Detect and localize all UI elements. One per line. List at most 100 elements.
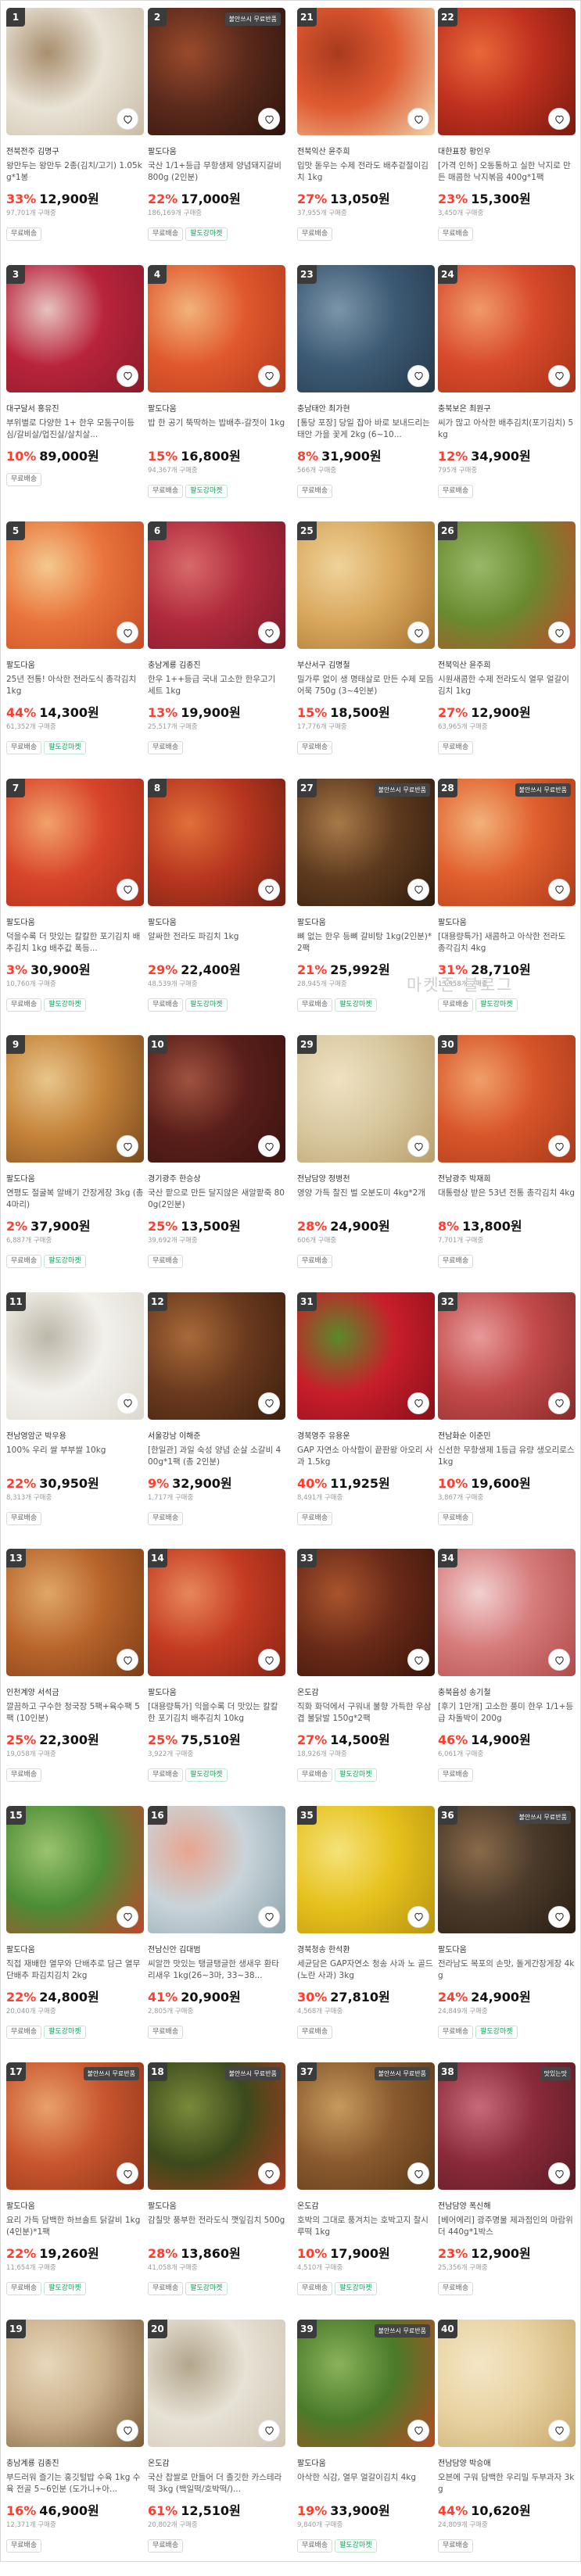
heart-icon[interactable] — [548, 1649, 570, 1671]
product-title[interactable]: 감칠맛 풍부한 전라도식 깻잎김치 500g — [148, 2215, 285, 2238]
product-image[interactable]: 31 — [297, 1292, 435, 1420]
product-title[interactable]: [통당 포장] 당일 잡아 바로 보내드리는 태안 가을 꽃게 2kg (6~1… — [297, 417, 435, 441]
product-card[interactable]: 23 충남태안 최가현 [통당 포장] 당일 잡아 바로 보내드리는 태안 가을 꽃… — [297, 264, 435, 521]
product-image[interactable]: 39 불안쓰시 무료반품 — [297, 2319, 435, 2447]
product-title[interactable]: 국산 1/1+등급 무항생제 양념돼지갈비 800g (2인분) — [148, 160, 285, 184]
product-image[interactable]: 20 — [148, 2319, 285, 2447]
product-image[interactable]: 35 — [297, 1805, 435, 1933]
product-card[interactable]: 1 전북전주 김명구 왕만두는 왕만두 2종(김치/고기) 1.05kg*1봉 33%… — [6, 8, 144, 264]
heart-icon[interactable] — [548, 1392, 570, 1414]
product-image[interactable]: 17 불안쓰시 무료반품 — [6, 2062, 144, 2190]
heart-icon[interactable] — [407, 1135, 429, 1157]
product-image[interactable]: 12 — [148, 1292, 285, 1420]
product-title[interactable]: 뼈 없는 한우 등뼈 갈비탕 1kg(2인분)*2팩 — [297, 931, 435, 955]
product-title[interactable]: 요리 가득 담백한 하브솔트 닭갈비 1kg(4인분)*1팩 — [6, 2215, 144, 2238]
product-title[interactable]: 대통령상 받은 53년 전통 총각김치 4kg — [438, 1188, 576, 1211]
product-card[interactable]: 32 전남화순 이준민 신선한 무항생제 1등급 유량 생오리로스 1kg 10% 19… — [438, 1292, 576, 1549]
heart-icon[interactable] — [548, 1905, 570, 1928]
heart-icon[interactable] — [407, 1392, 429, 1414]
heart-icon[interactable] — [258, 622, 280, 643]
heart-icon[interactable] — [548, 2162, 570, 2184]
product-title[interactable]: 100% 우리 쌀 부부쌀 10kg — [6, 1445, 144, 1468]
product-image[interactable]: 4 — [148, 264, 285, 392]
product-card[interactable]: 3 대구달서 홍유진 부위별로 다양한 1+ 한우 모둠구이등심/갈비살/업진살/살… — [6, 264, 144, 521]
heart-icon[interactable] — [258, 2162, 280, 2184]
product-title[interactable]: [대용량특가] 익을수록 더 맛있는 칼칼한 포기김치 배추김치 10kg — [148, 1701, 285, 1725]
heart-icon[interactable] — [117, 1392, 138, 1414]
product-image[interactable]: 3 — [6, 264, 144, 392]
product-image[interactable]: 11 — [6, 1292, 144, 1420]
product-image[interactable]: 7 — [6, 778, 144, 906]
product-card[interactable]: 34 충북음성 송기철 [후기 1만개] 고소한 풍미 한우 1/1+등급 차돌박이… — [438, 1549, 576, 1805]
heart-icon[interactable] — [117, 1135, 138, 1157]
product-title[interactable]: [대용량특가] 새콤하고 아삭한 전라도 총각김치 4kg — [438, 931, 576, 955]
product-image[interactable]: 37 불안쓰시 무료반품 — [297, 2062, 435, 2190]
product-title[interactable]: 씨가 많고 아삭한 배추김치(포기김치) 5kg — [438, 417, 576, 441]
product-title[interactable]: 연평도 절굴복 알배기 간장게장 3kg (총 4마리) — [6, 1188, 144, 1211]
heart-icon[interactable] — [407, 364, 429, 387]
product-card[interactable]: 22 대한표장 황인우 [가격 인하] 오동통하고 실한 낙지로 만든 매콤한 낙지… — [438, 8, 576, 264]
product-image[interactable]: 5 — [6, 521, 144, 649]
product-image[interactable]: 21 — [297, 8, 435, 135]
product-title[interactable]: 직화 화덕에서 구워내 불향 가득한 우삼겹 불닭발 150g*2팩 — [297, 1701, 435, 1725]
product-title[interactable]: 국산 팥으로 만든 달지않은 새알팥죽 800g(2인분) — [148, 1188, 285, 1211]
product-card[interactable]: 15 팔도다움 직접 재배한 열무와 단배추로 담근 열무단배추 파김치김치 2kg… — [6, 1805, 144, 2062]
product-title[interactable]: 한우 1++등급 국내 고소한 한우고기 세트 1kg — [148, 674, 285, 697]
product-card[interactable]: 16 전남신안 김대범 씨알깐 맛있는 탱글탱글한 생새우 환타 리새우 1kg(2… — [148, 1805, 285, 2062]
product-card[interactable]: 24 충북보은 최원구 씨가 많고 아삭한 배추김치(포기김치) 5kg 12% 34,… — [438, 264, 576, 521]
heart-icon[interactable] — [407, 2419, 429, 2442]
heart-icon[interactable] — [407, 1905, 429, 1928]
product-image[interactable]: 18 불안쓰시 무료반품 — [148, 2062, 285, 2190]
heart-icon[interactable] — [548, 364, 570, 387]
heart-icon[interactable] — [258, 1649, 280, 1671]
product-title[interactable]: [후기 1만개] 고소한 풍미 한우 1/1+등급 차돌박이 200g — [438, 1701, 576, 1725]
product-title[interactable]: 밥 한 공기 뚝딱하는 밥배추-갈젓이 1kg — [148, 417, 285, 441]
product-card[interactable]: 27 불안쓰시 무료반품 팔도다움 뼈 없는 한우 등뼈 갈비탕 1kg(2인분)*2… — [297, 778, 435, 1035]
heart-icon[interactable] — [548, 622, 570, 643]
product-image[interactable]: 32 — [438, 1292, 576, 1420]
product-image[interactable]: 19 — [6, 2319, 144, 2447]
product-card[interactable]: 10 경기광주 한승상 국산 팥으로 만든 달지않은 새알팥죽 800g(2인분) 2… — [148, 1035, 285, 1292]
heart-icon[interactable] — [548, 878, 570, 901]
product-title[interactable]: 부드러워 즐기는 홍깃털밥 수육 1kg 수육 전골 5~6인분 (도가니+아.… — [6, 2472, 144, 2495]
product-card[interactable]: 21 전북익산 윤주희 입맛 돋우는 수제 전라도 배추겉절이김치 1kg 27% 13… — [297, 8, 435, 264]
product-title[interactable]: 시원새콤한 수제 전라도식 열무 얼갈이 김치 1kg — [438, 674, 576, 697]
product-title[interactable]: 깔끔하고 구수한 청국장 5팩+육수팩 5팩 (10인분) — [6, 1701, 144, 1725]
product-title[interactable]: 덕을수록 더 맛있는 칼칼한 포기김치 배추김치 1kg 배추값 폭등... — [6, 931, 144, 955]
product-card[interactable]: 11 전남영암군 박우용 100% 우리 쌀 부부쌀 10kg 22% 30,950원 8… — [6, 1292, 144, 1549]
heart-icon[interactable] — [548, 108, 570, 130]
heart-icon[interactable] — [258, 1905, 280, 1928]
product-card[interactable]: 12 서울강남 이해준 [한일관] 과일 숙성 양념 순살 소갈비 400g*1팩 … — [148, 1292, 285, 1549]
heart-icon[interactable] — [258, 364, 280, 387]
product-card[interactable]: 31 경북영주 유용운 GAP 자연소 아삭함이 끝판왕 아오리 사과 1.5kg 4… — [297, 1292, 435, 1549]
product-card[interactable]: 2 불안쓰시 무료반품 팔도다움 국산 1/1+등급 무항생제 양념돼지갈비 800g… — [148, 8, 285, 264]
product-card[interactable]: 19 충남계룡 김종진 부드러워 즐기는 홍깃털밥 수육 1kg 수육 전골 5~6… — [6, 2319, 144, 2576]
product-title[interactable]: 25년 전통! 아삭한 전라도식 총각김치 1kg — [6, 674, 144, 697]
product-card[interactable]: 39 불안쓰시 무료반품 팔도다움 아삭한 식감, 열무 얼갈이김치 4kg 19% 33… — [297, 2319, 435, 2576]
product-image[interactable]: 29 — [297, 1035, 435, 1163]
product-image[interactable]: 8 — [148, 778, 285, 906]
product-image[interactable]: 40 — [438, 2319, 576, 2447]
product-card[interactable]: 18 불안쓰시 무료반품 팔도다움 감칠맛 풍부한 전라도식 깻잎김치 500g 28%… — [148, 2062, 285, 2319]
heart-icon[interactable] — [407, 622, 429, 643]
product-card[interactable]: 37 불안쓰시 무료반품 온도감 호박의 그대로 풍겨치는 호박고지 찰시루떡 1kg… — [297, 2062, 435, 2319]
product-image[interactable]: 26 — [438, 521, 576, 649]
product-image[interactable]: 23 — [297, 264, 435, 392]
product-title[interactable]: [한일관] 과일 숙성 양념 순살 소갈비 400g*1팩 (총 2인분) — [148, 1445, 285, 1468]
product-image[interactable]: 13 — [6, 1549, 144, 1676]
product-card[interactable]: 36 불안쓰시 무료반품 팔도다움 전라남도 목포의 손맛, 돌게간장게장 4kg 24… — [438, 1805, 576, 2062]
heart-icon[interactable] — [117, 364, 138, 387]
product-image[interactable]: 1 — [6, 8, 144, 135]
product-card[interactable]: 14 팔도다움 [대용량특가] 익을수록 더 맛있는 칼칼한 포기김치 배추김치 1… — [148, 1549, 285, 1805]
product-card[interactable]: 13 인천계양 서석금 깔끔하고 구수한 청국장 5팩+육수팩 5팩 (10인분) 2… — [6, 1549, 144, 1805]
product-image[interactable]: 36 불안쓰시 무료반품 — [438, 1805, 576, 1933]
product-card[interactable]: 5 팔도다움 25년 전통! 아삭한 전라도식 총각김치 1kg 44% 14,300원… — [6, 521, 144, 778]
product-image[interactable]: 2 불안쓰시 무료반품 — [148, 8, 285, 135]
heart-icon[interactable] — [407, 1649, 429, 1671]
product-card[interactable]: 29 전남담양 정병천 영양 가득 찰진 벌 오분도미 4kg*2개 28% 24,90… — [297, 1035, 435, 1292]
heart-icon[interactable] — [117, 1905, 138, 1928]
product-card[interactable]: 40 전남담양 박승애 오븐에 구워 담백한 우리밀 두부과자 3kg 44% 10,6… — [438, 2319, 576, 2576]
product-title[interactable]: 부위별로 다양한 1+ 한우 모둠구이등심/갈비살/업진살/살치살... — [6, 417, 144, 441]
product-image[interactable]: 14 — [148, 1549, 285, 1676]
product-card[interactable]: 9 팔도다움 연평도 절굴복 알배기 간장게장 3kg (총 4마리) 2% 37,90… — [6, 1035, 144, 1292]
